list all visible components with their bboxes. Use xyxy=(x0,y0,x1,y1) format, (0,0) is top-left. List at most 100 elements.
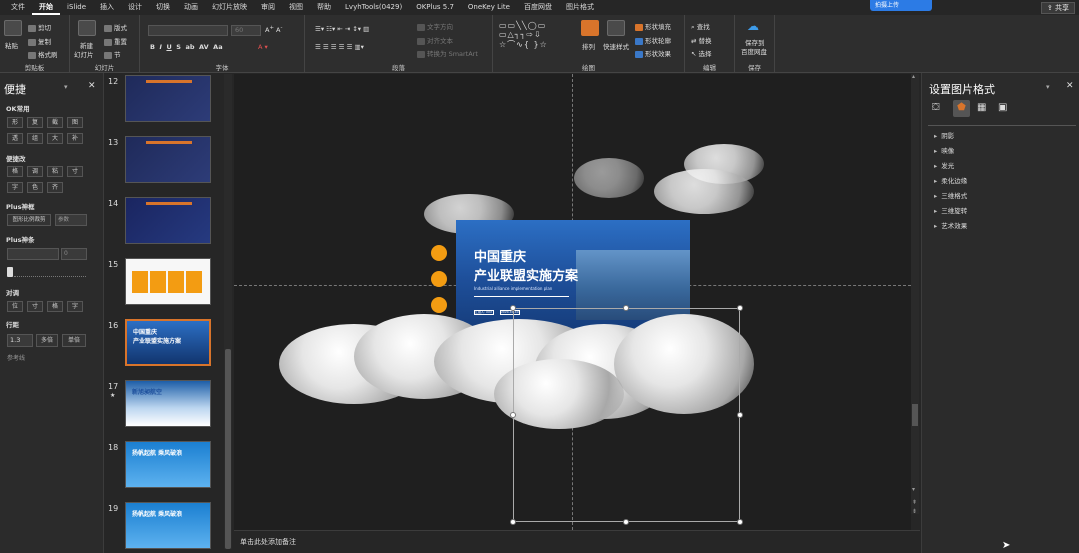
next-slide-icon[interactable]: ⇟ xyxy=(912,508,917,515)
text-direction-button[interactable]: 文字方向 xyxy=(417,21,453,31)
slide-thumbnail[interactable] xyxy=(125,75,211,122)
quick-button[interactable]: 寸 xyxy=(27,301,43,312)
quick-button[interactable]: 调 xyxy=(27,166,43,177)
selection-box[interactable] xyxy=(513,308,740,522)
shapes-gallery[interactable]: ▭▭╲╲◯▭ ▭△┐┐⇨⇩ ☆⌒∿{ }☆ xyxy=(499,21,548,50)
quick-button[interactable]: 寸 xyxy=(67,166,83,177)
orange-dot[interactable] xyxy=(431,297,447,313)
select-button[interactable]: ↖ 选择 xyxy=(691,48,712,58)
close-icon[interactable]: ✕ xyxy=(1066,81,1074,91)
pane-menu-icon[interactable]: ▾ xyxy=(64,83,68,91)
format-painter-button[interactable]: 格式刷 xyxy=(28,49,58,59)
line-spacing-input[interactable]: 1.3 xyxy=(7,334,33,347)
fill-line-icon[interactable]: ⛋ xyxy=(932,102,940,113)
picture-icon[interactable]: ▣ xyxy=(998,102,1007,113)
single-button[interactable]: 单倍 xyxy=(62,334,86,347)
menu-9[interactable]: 视图 xyxy=(282,0,310,15)
shape-outline-button[interactable]: 形状轮廓 xyxy=(635,35,671,45)
menu-4[interactable]: 设计 xyxy=(121,0,149,15)
quick-button[interactable]: 复 xyxy=(27,117,43,128)
effects-tab-icon[interactable]: ⬟ xyxy=(953,100,970,117)
resize-handle[interactable] xyxy=(510,305,516,311)
resize-handle[interactable] xyxy=(737,519,743,525)
orange-dot[interactable] xyxy=(431,271,447,287)
quick-button[interactable]: 粘 xyxy=(47,166,63,177)
quick-button[interactable]: 格 xyxy=(47,301,63,312)
quick-button[interactable]: 图 xyxy=(67,117,83,128)
bar-number-input[interactable]: 0 xyxy=(61,248,87,260)
resize-handle[interactable] xyxy=(623,305,629,311)
canvas-scrollbar[interactable]: ▴ ▾ ⇞ ⇟ xyxy=(911,73,919,515)
section-button[interactable]: 节 xyxy=(104,49,121,59)
menu-14[interactable]: 百度网盘 xyxy=(517,0,559,15)
param-input[interactable]: 参数 xyxy=(55,214,87,226)
bullets-icon[interactable]: ☰▾ ☷▾ ⇤ ⇥ ↕▾ ▥ xyxy=(315,25,369,33)
copy-button[interactable]: 复制 xyxy=(28,36,51,46)
bold-button[interactable]: B I U S ab AV Aa xyxy=(150,43,223,51)
smartart-button[interactable]: 转换为 SmartArt xyxy=(417,48,478,58)
menu-10[interactable]: 帮助 xyxy=(310,0,338,15)
menu-12[interactable]: OKPlus 5.7 xyxy=(409,0,461,15)
thumbnail-scrollbar[interactable] xyxy=(224,74,232,549)
size-properties-icon[interactable]: ▦ xyxy=(977,102,986,113)
bar-input[interactable] xyxy=(7,248,59,260)
quick-button[interactable]: 截 xyxy=(47,117,63,128)
quick-button[interactable]: 补 xyxy=(67,133,83,144)
new-slide-icon[interactable] xyxy=(78,20,96,36)
scroll-up-icon[interactable]: ▴ xyxy=(912,73,915,80)
slide-thumbnail[interactable]: 中国重庆 产业联盟实施方案 xyxy=(125,319,211,366)
format-option[interactable]: 柔化边缘 xyxy=(934,175,967,185)
quick-button[interactable]: 字 xyxy=(7,182,23,193)
quick-button[interactable]: 形 xyxy=(7,117,23,128)
format-option[interactable]: 艺术效果 xyxy=(934,220,967,230)
slide-thumbnail[interactable] xyxy=(125,258,211,305)
notes-area[interactable]: 单击此处添加备注 xyxy=(234,530,920,553)
menu-2[interactable]: iSlide xyxy=(60,0,93,15)
resize-handle[interactable] xyxy=(737,305,743,311)
quick-button[interactable]: 位 xyxy=(7,301,23,312)
guides-label[interactable]: 参考线 xyxy=(7,353,25,362)
arrange-icon[interactable] xyxy=(581,20,599,36)
resize-handle[interactable] xyxy=(737,412,743,418)
reset-button[interactable]: 重置 xyxy=(104,36,127,46)
menu-1[interactable]: 开始 xyxy=(32,0,60,15)
menu-13[interactable]: OneKey Lite xyxy=(461,0,517,15)
baidu-cloud-icon[interactable]: ☁ xyxy=(747,19,759,33)
align-text-button[interactable]: 对齐文本 xyxy=(417,35,453,45)
quick-button[interactable]: 格 xyxy=(7,166,23,177)
shape-fill-button[interactable]: 形状填充 xyxy=(635,21,671,31)
paste-button[interactable]: 粘贴 xyxy=(5,40,18,50)
orange-dot[interactable] xyxy=(431,245,447,261)
quick-styles-icon[interactable] xyxy=(607,20,625,36)
resize-handle[interactable] xyxy=(510,412,516,418)
slider-thumb[interactable] xyxy=(7,267,13,277)
quick-button[interactable]: 大 xyxy=(47,133,63,144)
menu-0[interactable]: 文件 xyxy=(4,0,32,15)
cut-button[interactable]: 剪切 xyxy=(28,22,51,32)
format-option[interactable]: 三维格式 xyxy=(934,190,967,200)
menu-8[interactable]: 审阅 xyxy=(254,0,282,15)
crop-ratio-button[interactable]: 图形比例裁剪 xyxy=(7,214,51,226)
format-option[interactable]: 三维旋转 xyxy=(934,205,967,215)
cloud-image[interactable] xyxy=(574,158,644,198)
menu-3[interactable]: 插入 xyxy=(93,0,121,15)
arrange-button[interactable]: 排列 xyxy=(582,41,595,51)
format-option[interactable]: 发光 xyxy=(934,160,954,170)
menu-11[interactable]: LvyhTools(0429) xyxy=(338,0,409,15)
slide-thumbnail[interactable]: 扬帆起航 乘风破浪 xyxy=(125,441,211,488)
scroll-down-icon[interactable]: ▾ xyxy=(912,486,915,493)
format-option[interactable]: 阴影 xyxy=(934,130,954,140)
slide-thumbnail[interactable] xyxy=(125,136,211,183)
menu-15[interactable]: 图片格式 xyxy=(559,0,601,15)
slider-track[interactable] xyxy=(14,276,86,277)
slide-thumbnail[interactable]: 扬帆起航 乘风破浪 xyxy=(125,502,211,549)
resize-handle[interactable] xyxy=(510,519,516,525)
layout-button[interactable]: 版式 xyxy=(104,22,127,32)
quick-button[interactable]: 组 xyxy=(27,133,43,144)
menu-6[interactable]: 动画 xyxy=(177,0,205,15)
grow-font-icon[interactable]: A+ A- xyxy=(265,25,282,34)
quick-button[interactable]: 字 xyxy=(67,301,83,312)
quick-styles-button[interactable]: 快速样式 xyxy=(603,41,629,51)
canvas-scrollbar-thumb[interactable] xyxy=(912,404,918,426)
new-slide-label2[interactable]: 幻灯片 xyxy=(74,49,94,59)
